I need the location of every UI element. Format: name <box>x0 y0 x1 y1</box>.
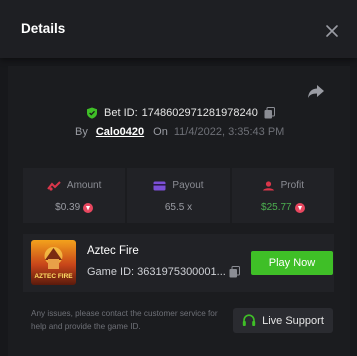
by-label: By <box>75 126 88 138</box>
bet-id-label: Bet ID: <box>104 107 138 119</box>
bet-stats: Amount $0.39 Payout 65.5 x Profit $25.77 <box>23 168 334 223</box>
bet-id-value: 1748602971281978240 <box>141 107 258 119</box>
share-icon[interactable] <box>307 83 325 99</box>
thumb-logo-text: AZTEC FIRE <box>34 273 73 280</box>
game-name: Aztec Fire <box>87 245 139 257</box>
bet-details-modal: Details Bet ID: 1748602971281978240 By C… <box>0 0 357 356</box>
verified-shield-icon <box>87 107 97 119</box>
profit-label: Profit <box>280 180 304 191</box>
bet-date: 11/4/2022, 3:35:43 PM <box>173 126 285 138</box>
live-support-button[interactable]: Live Support <box>233 308 333 333</box>
bet-author-row: By Calo0420 On 11/4/2022, 3:35:43 PM <box>75 124 284 140</box>
amount-icon <box>47 180 61 191</box>
payout-label: Payout <box>172 180 204 191</box>
close-icon[interactable] <box>323 22 341 40</box>
on-label: On <box>153 126 168 138</box>
support-note: Any issues, please contact the customer … <box>31 309 218 331</box>
modal-header: Details <box>0 0 357 58</box>
stat-amount: Amount $0.39 <box>23 168 126 223</box>
bet-id-row: Bet ID: 1748602971281978240 <box>86 105 275 121</box>
copy-icon[interactable] <box>229 266 240 278</box>
stat-profit: Profit $25.77 <box>231 168 334 223</box>
profit-icon <box>262 180 274 190</box>
amount-label: Amount <box>66 180 102 191</box>
coin-icon <box>294 202 305 213</box>
amount-value: $0.39 <box>55 202 81 213</box>
game-id-row: Game ID: 3631975300001... <box>87 266 240 278</box>
game-id: Game ID: 3631975300001... <box>87 266 226 278</box>
user-link[interactable]: Calo0420 <box>96 126 144 138</box>
profit-value: $25.77 <box>261 202 292 213</box>
play-now-button[interactable]: Play Now <box>251 251 333 275</box>
game-thumbnail[interactable]: AZTEC FIRE <box>31 240 76 285</box>
copy-icon[interactable] <box>264 107 275 119</box>
payout-icon <box>153 181 166 190</box>
game-card: AZTEC FIRE Aztec Fire Game ID: 363197530… <box>23 234 334 292</box>
live-support-label: Live Support <box>262 314 324 327</box>
stat-payout: Payout 65.5 x <box>127 168 230 223</box>
headset-icon <box>242 314 256 326</box>
coin-icon <box>83 202 94 213</box>
payout-value: 65.5 x <box>164 202 193 213</box>
modal-title: Details <box>21 21 66 36</box>
